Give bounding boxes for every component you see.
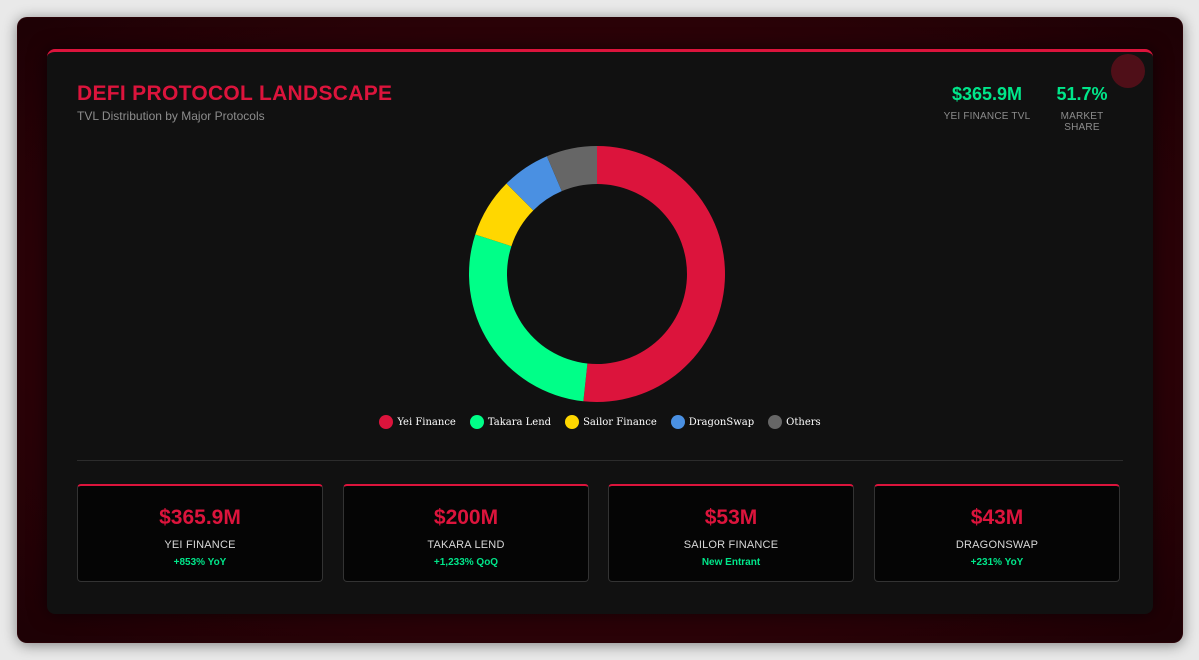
kpi-row: $365.9M YEI FINANCE +853% YoY $200M TAKA… [77, 484, 1122, 584]
legend-swatch [379, 415, 394, 429]
slice-yei-finance[interactable] [583, 146, 725, 402]
kpi-card-takara: $200M TAKARA LEND +1,233% QoQ [343, 484, 589, 582]
legend-swatch [670, 415, 685, 429]
kpi-amount: $43M [970, 506, 1024, 529]
legend-swatch [565, 415, 580, 429]
kpi-card-sailor: $53M SAILOR FINANCE New Entrant [608, 484, 854, 582]
legend-item-takara-lend[interactable]: Takara Lend [469, 415, 552, 429]
page-subtitle: TVL Distribution by Major Protocols [77, 109, 265, 123]
doughnut-svg [469, 146, 725, 402]
kpi-name: SAILOR FINANCE [683, 539, 779, 551]
kpi-amount: $200M [433, 506, 499, 529]
stat-market-share: 51.7% MARKET SHARE [1042, 84, 1122, 133]
kpi-card-yei: $365.9M YEI FINANCE +853% YoY [77, 484, 323, 582]
section-divider [77, 460, 1123, 461]
stat-yei-tvl: $365.9M YEI FINANCE TVL [935, 84, 1039, 122]
kpi-change: +231% YoY [970, 557, 1024, 568]
page-title: DEFI PROTOCOL LANDSCAPE [77, 82, 393, 105]
legend-label: Takara Lend [487, 416, 552, 428]
kpi-amount: $365.9M [159, 506, 241, 529]
kpi-name: TAKARA LEND [427, 539, 505, 551]
stat-value: $365.9M [951, 84, 1023, 104]
kpi-change: +1,233% QoQ [433, 557, 499, 568]
kpi-change: +853% YoY [173, 557, 227, 568]
stat-label: MARKET SHARE [1060, 111, 1104, 133]
dashboard-card: DEFI PROTOCOL LANDSCAPE TVL Distribution… [47, 49, 1153, 614]
kpi-name: DRAGONSWAP [955, 539, 1039, 551]
legend-item-yei-finance[interactable]: Yei Finance [379, 415, 456, 429]
kpi-change: New Entrant [701, 557, 761, 568]
legend-label: Yei Finance [397, 416, 456, 428]
chart-legend: Yei Finance Takara Lend Sailor Finance Drag… [47, 415, 1153, 429]
legend-label: Sailor Finance [583, 416, 657, 428]
legend-swatch [469, 415, 484, 429]
kpi-name: YEI FINANCE [164, 539, 236, 551]
corner-decoration [1111, 54, 1145, 88]
kpi-card-dragonswap: $43M DRAGONSWAP +231% YoY [874, 484, 1120, 582]
slice-takara-lend[interactable] [469, 234, 588, 402]
kpi-amount: $53M [704, 506, 758, 529]
legend-item-dragonswap[interactable]: DragonSwap [670, 415, 755, 429]
stat-value: 51.7% [1056, 84, 1108, 104]
legend-label: DragonSwap [688, 416, 755, 428]
legend-swatch [768, 415, 783, 429]
stat-label: YEI FINANCE TVL [943, 111, 1031, 122]
legend-item-others[interactable]: Others [768, 415, 821, 429]
legend-item-sailor-finance[interactable]: Sailor Finance [565, 415, 657, 429]
outer-frame: DEFI PROTOCOL LANDSCAPE TVL Distribution… [17, 17, 1183, 643]
legend-label: Others [786, 416, 821, 428]
doughnut-chart [467, 144, 727, 404]
